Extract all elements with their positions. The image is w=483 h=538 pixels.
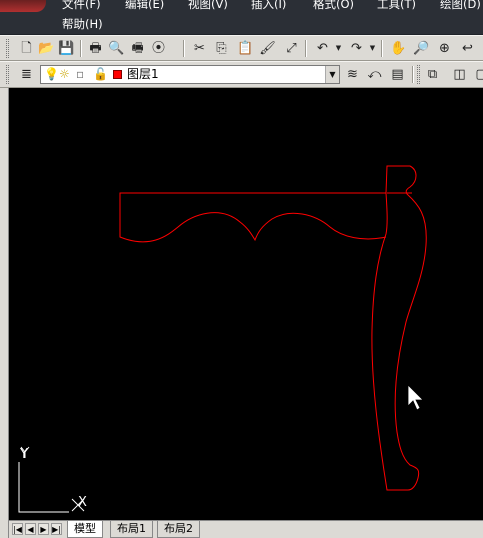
- sun-icon[interactable]: ☼: [59, 67, 70, 82]
- open-icon[interactable]: 📂: [37, 39, 56, 58]
- make-current-layer-icon[interactable]: ≋: [343, 65, 362, 84]
- menu-view[interactable]: 视图(V): [188, 0, 228, 11]
- print-preview-icon[interactable]: 🔍: [107, 39, 126, 58]
- ucs-x-label: X: [78, 495, 87, 510]
- layer-states-icon[interactable]: ▤: [388, 65, 407, 84]
- block-editor-icon[interactable]: ⤢: [282, 39, 301, 58]
- menu-draw[interactable]: 绘图(D): [440, 0, 481, 11]
- plot-icon[interactable]: ⦿: [149, 39, 168, 58]
- unlock-icon[interactable]: 🔓: [93, 67, 108, 82]
- layer-dropdown[interactable]: 💡 ☼ ▫ 🔓 图层1 ▼: [40, 65, 340, 84]
- tab-model[interactable]: 模型: [67, 521, 103, 538]
- prev-tab-icon[interactable]: ◀: [25, 523, 36, 535]
- menu-file[interactable]: 文件(F): [62, 0, 101, 11]
- publish-icon[interactable]: 🖷: [128, 39, 147, 58]
- layout-tab-bar: |◀ ◀ ▶ ▶| 模型 布局1 布局2: [9, 520, 483, 538]
- separator: [305, 40, 307, 57]
- print-icon[interactable]: 🖶: [86, 39, 105, 58]
- menu-help[interactable]: 帮助(H): [62, 17, 103, 31]
- paste-icon[interactable]: 📋: [236, 39, 255, 58]
- menu-tools[interactable]: 工具(T): [377, 0, 416, 11]
- last-tab-icon[interactable]: ▶|: [51, 523, 62, 535]
- autocad-window: 文件(F) 编辑(E) 视图(V) 插入(I) 格式(O) 工具(T) 绘图(D…: [0, 0, 483, 538]
- separator: [381, 40, 383, 57]
- redo-icon[interactable]: ↷: [347, 39, 366, 58]
- lightbulb-icon[interactable]: 💡: [44, 67, 59, 82]
- leg-outline: [371, 165, 427, 491]
- save-icon[interactable]: 💾: [57, 39, 76, 58]
- copy-icon[interactable]: ⎘: [212, 39, 231, 58]
- viewport-freeze-icon[interactable]: ▫: [76, 67, 84, 82]
- zoom-previous-icon[interactable]: ↩: [458, 39, 477, 58]
- left-dock-strip: [0, 88, 9, 538]
- standard-toolbar: 🗋 📂 💾 🖶 🔍 🖷 ⦿ ✂ ⎘ 📋 🖌 ⤢ ↶ ▼ ↷ ▼ ✋ 🔎 ⊕ ↩: [0, 35, 483, 61]
- new-icon[interactable]: 🗋: [17, 39, 36, 58]
- menu-insert[interactable]: 插入(I): [251, 0, 286, 11]
- undo-icon[interactable]: ↶: [313, 39, 332, 58]
- menu-format[interactable]: 格式(O): [313, 0, 354, 11]
- tab-layout1[interactable]: 布局1: [110, 521, 153, 538]
- drawing-canvas[interactable]: X Y: [9, 88, 483, 520]
- layer-color-swatch[interactable]: [113, 70, 122, 79]
- front-view-icon[interactable]: ▢: [472, 65, 483, 84]
- menu-bar: 文件(F) 编辑(E) 视图(V) 插入(I) 格式(O) 工具(T) 绘图(D…: [0, 0, 483, 34]
- top-view-icon[interactable]: ◫: [450, 65, 469, 84]
- first-tab-icon[interactable]: |◀: [12, 523, 23, 535]
- tab-layout2[interactable]: 布局2: [157, 521, 200, 538]
- separator: [412, 66, 414, 83]
- next-tab-icon[interactable]: ▶: [38, 523, 49, 535]
- toolbar-grip[interactable]: [417, 65, 420, 84]
- redo-dropdown-icon[interactable]: ▼: [368, 39, 377, 58]
- apron-outline: [119, 192, 387, 243]
- zoom-window-icon[interactable]: ⊕: [435, 39, 454, 58]
- cut-icon[interactable]: ✂: [190, 39, 209, 58]
- toolbar-grip[interactable]: [6, 65, 9, 84]
- pan-icon[interactable]: ✋: [389, 39, 408, 58]
- current-layer-name: 图层1: [127, 67, 159, 81]
- undo-dropdown-icon[interactable]: ▼: [334, 39, 343, 58]
- ucs-icon: [18, 446, 85, 513]
- app-logo[interactable]: [0, 0, 46, 12]
- ucs-y-label: Y: [19, 447, 28, 462]
- separator: [80, 40, 82, 57]
- drawing-svg: X Y: [18, 165, 427, 513]
- mouse-cursor-icon: [407, 384, 424, 411]
- match-properties-icon[interactable]: 🖌: [258, 39, 277, 58]
- toolbar-grip[interactable]: [6, 39, 9, 58]
- layer-previous-icon[interactable]: ⤺: [365, 65, 384, 84]
- named-views-icon[interactable]: ⧉: [423, 65, 442, 84]
- chevron-down-icon[interactable]: ▼: [325, 66, 339, 83]
- layers-toolbar: ≣ 💡 ☼ ▫ 🔓 图层1 ▼ ≋ ⤺ ▤ ⧉ ◫ ▢: [0, 61, 483, 88]
- separator: [183, 40, 185, 57]
- menu-edit[interactable]: 编辑(E): [125, 0, 164, 11]
- zoom-realtime-icon[interactable]: 🔎: [412, 39, 431, 58]
- layer-manager-icon[interactable]: ≣: [17, 65, 36, 84]
